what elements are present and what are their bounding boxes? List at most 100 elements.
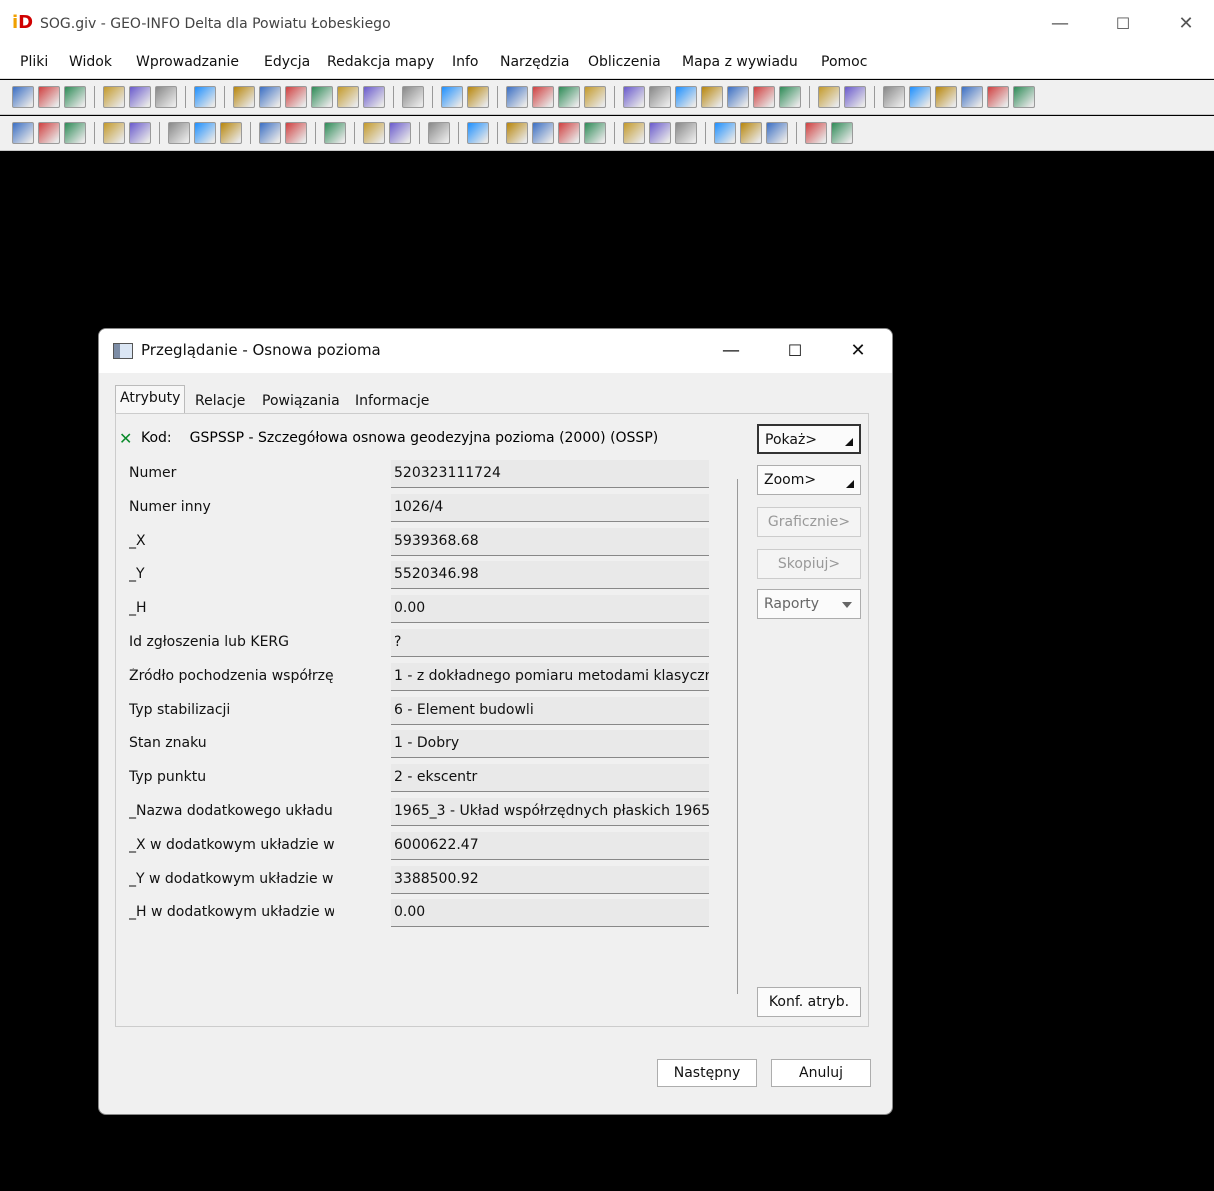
menu-wprowadzanie[interactable]: Wprowadzanie <box>136 54 239 70</box>
label-3-icon[interactable] <box>220 122 242 144</box>
measure-icon[interactable] <box>467 86 489 108</box>
text-a-icon[interactable] <box>428 122 450 144</box>
numbers-icon[interactable] <box>779 86 801 108</box>
menu-widok[interactable]: Widok <box>69 54 112 70</box>
zoom-button[interactable]: Zoom> <box>757 465 861 495</box>
field-value[interactable]: 1026/4 <box>391 494 709 522</box>
close-button[interactable]: ✕ <box>1166 10 1206 38</box>
menu-mapa-z-wywiadu[interactable]: Mapa z wywiadu <box>682 54 798 70</box>
field-value[interactable]: 1 - Dobry <box>391 730 709 758</box>
cancel-button[interactable]: Anuluj <box>771 1059 871 1087</box>
pattern-icon[interactable] <box>935 86 957 108</box>
zoom-previous-icon[interactable] <box>363 86 385 108</box>
val-1-icon[interactable] <box>714 122 736 144</box>
edit-3-icon[interactable] <box>649 122 671 144</box>
field-value[interactable]: 6 - Element budowli <box>391 697 709 725</box>
field-value[interactable]: 6000622.47 <box>391 832 709 860</box>
fill-icon[interactable] <box>389 122 411 144</box>
field-value[interactable]: 0.00 <box>391 595 709 623</box>
chart-2-icon[interactable] <box>844 86 866 108</box>
label-layer-icon[interactable] <box>285 122 307 144</box>
menu-redakcja-mapy[interactable]: Redakcja mapy <box>327 54 434 70</box>
edit-num-icon[interactable] <box>103 122 125 144</box>
edit-icon[interactable] <box>883 86 905 108</box>
field-value[interactable]: 1 - z dokładnego pomiaru metodami klasyc… <box>391 663 709 691</box>
columns-icon[interactable] <box>727 86 749 108</box>
line-tool-icon[interactable] <box>649 86 671 108</box>
info-icon[interactable] <box>441 86 463 108</box>
zoom-window-icon[interactable] <box>285 86 307 108</box>
label-2-icon[interactable] <box>194 122 216 144</box>
field-value[interactable]: 1965_3 - Układ współrzędnych płaskich 19… <box>391 798 709 826</box>
remove-label-icon[interactable] <box>259 122 281 144</box>
pan-icon[interactable] <box>402 86 424 108</box>
window-icon[interactable] <box>558 122 580 144</box>
find-icon[interactable] <box>909 86 931 108</box>
rotate-icon[interactable] <box>324 122 346 144</box>
grid-icon[interactable] <box>623 122 645 144</box>
menu-pliki[interactable]: Pliki <box>20 54 48 70</box>
angle-icon[interactable] <box>675 86 697 108</box>
maximize-button[interactable]: ☐ <box>1103 10 1143 38</box>
num-c-icon[interactable] <box>64 122 86 144</box>
coords-2-icon[interactable] <box>584 122 606 144</box>
star-icon[interactable] <box>363 122 385 144</box>
field-value[interactable]: 2 - ekscentr <box>391 764 709 792</box>
menu-pomoc[interactable]: Pomoc <box>821 54 867 70</box>
zoom-in-icon[interactable] <box>233 86 255 108</box>
konf-atryb-button[interactable]: Konf. atryb. <box>757 987 861 1017</box>
menu-narzedzia[interactable]: Narzędzia <box>500 54 569 70</box>
save-icon[interactable] <box>64 86 86 108</box>
print-icon[interactable] <box>194 86 216 108</box>
graficznie-button[interactable]: Graficznie> <box>757 507 861 537</box>
num-a-icon[interactable] <box>12 122 34 144</box>
layers-icon[interactable] <box>103 86 125 108</box>
tab-atrybuty[interactable]: Atrybuty <box>115 385 186 414</box>
val-3-icon[interactable] <box>766 122 788 144</box>
coords-icon[interactable] <box>558 86 580 108</box>
area-icon[interactable] <box>532 86 554 108</box>
lines-icon[interactable] <box>506 86 528 108</box>
zoom-object-icon[interactable] <box>337 86 359 108</box>
new-icon[interactable] <box>12 86 34 108</box>
dialog-minimize-button[interactable]: — <box>709 337 753 365</box>
menu-obliczenia[interactable]: Obliczenia <box>588 54 661 70</box>
globe-2-icon[interactable] <box>584 86 606 108</box>
dialog-close-button[interactable]: ✕ <box>836 337 880 365</box>
menu-edycja[interactable]: Edycja <box>264 54 310 70</box>
skopiuj-button[interactable]: Skopiuj> <box>757 549 861 579</box>
label-1-icon[interactable] <box>168 122 190 144</box>
cylinder-icon[interactable] <box>987 86 1009 108</box>
zoom-out-icon[interactable] <box>259 86 281 108</box>
angle-2-icon[interactable] <box>831 122 853 144</box>
zoom-extents-icon[interactable] <box>311 86 333 108</box>
minimize-button[interactable]: — <box>1040 10 1080 38</box>
field-value[interactable]: ? <box>391 629 709 657</box>
field-value[interactable]: 5520346.98 <box>391 561 709 589</box>
tab-informacje[interactable]: Informacje <box>351 389 433 413</box>
numbering-icon[interactable] <box>753 86 775 108</box>
next-button[interactable]: Następny <box>657 1059 757 1087</box>
num-b-icon[interactable] <box>38 122 60 144</box>
open-icon[interactable] <box>38 86 60 108</box>
field-value[interactable]: 3388500.92 <box>391 866 709 894</box>
menu-info[interactable]: Info <box>452 54 479 70</box>
delete-icon[interactable] <box>961 86 983 108</box>
check-icon[interactable] <box>506 122 528 144</box>
triangle-icon[interactable] <box>701 86 723 108</box>
tab-powiazania[interactable]: Powiązania <box>258 389 344 413</box>
globe-icon[interactable] <box>129 86 151 108</box>
tab-relacje[interactable]: Relacje <box>191 389 249 413</box>
val-2-icon[interactable] <box>740 122 762 144</box>
properties-icon[interactable] <box>155 86 177 108</box>
perpendicular-icon[interactable] <box>805 122 827 144</box>
field-value[interactable]: 0.00 <box>391 899 709 927</box>
chart-icon[interactable] <box>818 86 840 108</box>
calendar-icon[interactable] <box>532 122 554 144</box>
dialog-maximize-button[interactable]: ☐ <box>773 337 817 365</box>
pokaz-button[interactable]: Pokaż> <box>757 424 861 454</box>
xy-icon[interactable] <box>1013 86 1035 108</box>
sub-icon[interactable] <box>675 122 697 144</box>
layer-num-icon[interactable] <box>129 122 151 144</box>
field-value[interactable]: 5939368.68 <box>391 528 709 556</box>
